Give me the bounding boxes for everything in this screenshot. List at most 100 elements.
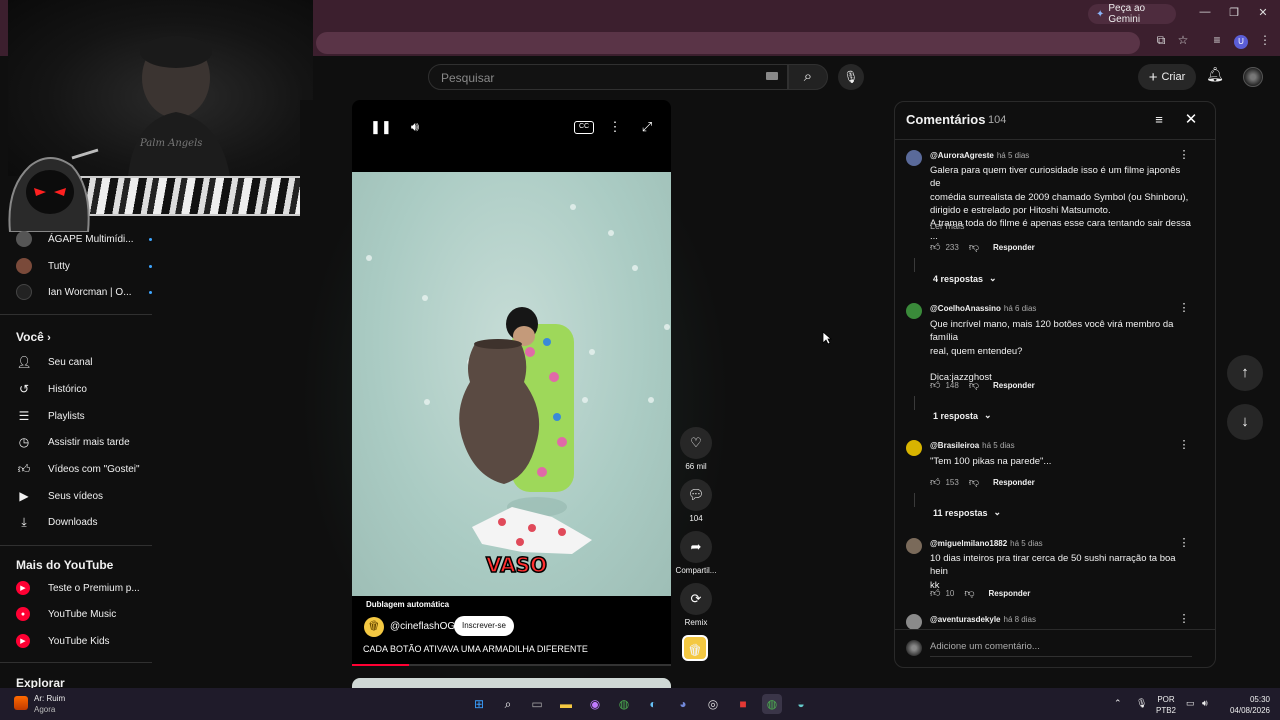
- sort-comments-icon[interactable]: ≡: [1150, 112, 1168, 128]
- view-replies-button[interactable]: 11 respostas ⌄: [933, 507, 1001, 518]
- create-button[interactable]: + Criar: [1138, 64, 1196, 90]
- input-language[interactable]: POR PTB2: [1156, 694, 1176, 716]
- search-button[interactable]: ⌕: [788, 64, 828, 90]
- comment-avatar[interactable]: [906, 440, 922, 456]
- sidebar-you-header[interactable]: Você ›: [16, 330, 51, 344]
- like-button[interactable]: ♡: [680, 427, 712, 459]
- system-clock[interactable]: 05:30 04/08/2026: [1222, 694, 1270, 716]
- comment-author[interactable]: @Brasileiroa há 5 dias: [930, 441, 1015, 450]
- comment-avatar[interactable]: [906, 614, 922, 630]
- sidebar-subscription-tutty[interactable]: Tutty: [16, 253, 152, 279]
- comment-more-icon[interactable]: ⋮: [1177, 148, 1191, 162]
- taskbar-search-icon[interactable]: ⌕: [498, 694, 518, 714]
- previous-short-button[interactable]: ↑: [1227, 355, 1263, 391]
- sidebar-item-watch-later[interactable]: ◷ Assistir mais tarde: [16, 429, 152, 455]
- comment-more-icon[interactable]: ⋮: [1177, 612, 1191, 626]
- start-menu-icon[interactable]: ⊞: [469, 694, 489, 714]
- app-icon[interactable]: ◎: [703, 694, 723, 714]
- volume-button[interactable]: 🔊︎: [406, 118, 424, 136]
- sound-source-thumbnail[interactable]: 🍿︎: [682, 635, 708, 661]
- search-input[interactable]: Pesquisar: [428, 64, 788, 90]
- show-hidden-icons[interactable]: ⌃: [1114, 698, 1122, 709]
- close-comments-icon[interactable]: ✕: [1182, 110, 1200, 128]
- steam-icon[interactable]: ◐: [643, 694, 663, 714]
- thumbs-up-icon[interactable]: 👍︎: [930, 476, 940, 488]
- notifications-bell-icon[interactable]: 🔔︎: [1205, 66, 1225, 86]
- sidebar-subscription-ian-worcman[interactable]: Ian Worcman | O...: [16, 279, 152, 305]
- comment-author[interactable]: @AuroraAgreste há 5 dias: [930, 151, 1029, 160]
- comment-author[interactable]: @miguelmilano1882 há 5 dias: [930, 539, 1043, 548]
- short-video-frame[interactable]: [352, 172, 671, 596]
- pause-button[interactable]: ❚❚: [370, 118, 392, 136]
- install-app-icon[interactable]: ⧉: [1152, 33, 1170, 51]
- comment-avatar[interactable]: [906, 303, 922, 319]
- thumbs-down-icon[interactable]: 👎︎: [964, 587, 974, 599]
- read-more-link[interactable]: Ler mais: [930, 221, 965, 231]
- comment-avatar[interactable]: [906, 538, 922, 554]
- comments-button[interactable]: 💬︎: [680, 479, 712, 511]
- account-avatar[interactable]: [1243, 67, 1263, 87]
- sidebar-item-premium[interactable]: ▶ Teste o Premium p...: [16, 575, 152, 601]
- photo-app-icon[interactable]: ◉: [585, 694, 605, 714]
- channel-avatar-cineflash[interactable]: 🍿︎: [364, 617, 384, 637]
- close-window-button[interactable]: ✕: [1254, 6, 1272, 22]
- thumbs-down-icon[interactable]: 👎︎: [969, 379, 979, 391]
- weather-widget-title[interactable]: Ar: Ruim: [34, 694, 65, 703]
- ask-gemini-button[interactable]: ✦ Peça ao Gemini: [1088, 3, 1176, 25]
- sidebar-subscription-agape[interactable]: ÁGAPE Multimídi...: [16, 226, 152, 252]
- thumbs-up-icon[interactable]: 👍︎: [930, 241, 940, 253]
- add-comment-input[interactable]: Adicione um comentário...: [930, 641, 1192, 657]
- reply-button[interactable]: Responder: [993, 478, 1035, 487]
- reply-button[interactable]: Responder: [993, 381, 1035, 390]
- browser-profile-avatar[interactable]: U: [1234, 35, 1248, 49]
- task-view-icon[interactable]: ▭: [527, 694, 547, 714]
- minimize-window-button[interactable]: —: [1196, 6, 1214, 22]
- sidebar-item-your-videos[interactable]: ▶ Seus vídeos: [16, 483, 152, 509]
- reply-button[interactable]: Responder: [989, 589, 1031, 598]
- microphone-tray-icon[interactable]: 🎙︎: [1136, 698, 1147, 709]
- channel-name[interactable]: @cineflashOG: [390, 621, 455, 632]
- comment-more-icon[interactable]: ⋮: [1177, 438, 1191, 452]
- address-bar[interactable]: [316, 32, 1140, 54]
- comment-more-icon[interactable]: ⋮: [1177, 301, 1191, 315]
- sidebar-item-youtube-kids[interactable]: ▶ YouTube Kids: [16, 628, 152, 654]
- sidebar-item-history[interactable]: ↺ Histórico: [16, 376, 152, 402]
- display-tray-icon[interactable]: ▭: [1186, 698, 1195, 709]
- discord-icon[interactable]: ◕: [673, 694, 693, 714]
- media-controls-icon[interactable]: ≡: [1208, 33, 1226, 51]
- thumbs-down-icon[interactable]: 👎︎: [969, 241, 979, 253]
- comment-author[interactable]: @CoelhoAnassino há 6 dias: [930, 304, 1036, 313]
- thumbs-up-icon[interactable]: 👍︎: [930, 379, 940, 391]
- short-title[interactable]: CADA BOTÃO ATIVAVA UMA ARMADILHA DIFEREN…: [363, 644, 588, 654]
- speaker-tray-icon[interactable]: 🔊︎: [1202, 698, 1208, 709]
- browser-app-icon[interactable]: ◒: [791, 694, 811, 714]
- sidebar-item-playlists[interactable]: ☰ Playlists: [16, 403, 152, 429]
- comment-author[interactable]: @aventurasdekyle há 8 dias: [930, 615, 1036, 624]
- browser-menu-icon[interactable]: ⋮: [1256, 33, 1274, 51]
- remix-button[interactable]: ⟳: [680, 583, 712, 615]
- bookmark-star-icon[interactable]: ☆: [1174, 33, 1192, 51]
- next-short-button[interactable]: ↓: [1227, 404, 1263, 440]
- comment-more-icon[interactable]: ⋮: [1177, 536, 1191, 550]
- share-button[interactable]: ➦: [680, 531, 712, 563]
- restore-window-button[interactable]: ❐: [1225, 6, 1243, 22]
- file-explorer-icon[interactable]: ▬: [556, 694, 576, 714]
- comment-avatar[interactable]: [906, 150, 922, 166]
- chrome-icon[interactable]: ◍: [614, 694, 634, 714]
- sidebar-item-downloads[interactable]: ⤓ Downloads: [16, 509, 152, 535]
- sidebar-item-youtube-music[interactable]: ● YouTube Music: [16, 601, 152, 627]
- thumbs-down-icon[interactable]: 👎︎: [969, 476, 979, 488]
- sidebar-item-liked-videos[interactable]: 👍︎ Vídeos com "Gostei": [16, 456, 152, 482]
- view-replies-button[interactable]: 1 resposta ⌄: [933, 410, 992, 421]
- captions-button[interactable]: CC: [574, 121, 594, 134]
- fullscreen-button[interactable]: ⤢: [638, 118, 656, 136]
- keyboard-icon[interactable]: [766, 72, 778, 80]
- sidebar-item-your-channel[interactable]: 👤︎ Seu canal: [16, 349, 152, 375]
- chrome-active-icon[interactable]: ◍: [762, 694, 782, 714]
- reply-button[interactable]: Responder: [993, 243, 1035, 252]
- player-more-button[interactable]: ⋮: [606, 118, 624, 136]
- recording-app-icon[interactable]: ■: [733, 694, 753, 714]
- view-replies-button[interactable]: 4 respostas ⌄: [933, 273, 997, 284]
- subscribe-button[interactable]: Inscrever-se: [454, 616, 514, 636]
- air-quality-icon[interactable]: [14, 696, 28, 710]
